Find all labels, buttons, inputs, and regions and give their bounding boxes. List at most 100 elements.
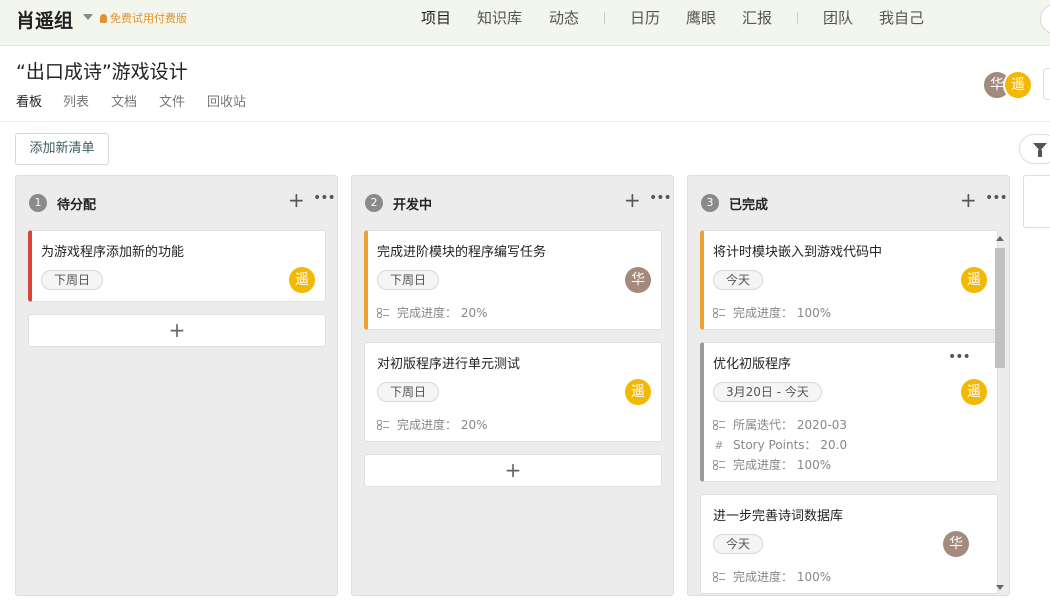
scroll-down-arrow-icon[interactable] [996,585,1004,590]
nav-knowledge-base[interactable]: 知识库 [477,7,522,28]
plus-icon[interactable]: + [288,190,305,210]
progress-label: 完成进度： [733,570,794,584]
assignee-avatar[interactable]: 华 [625,267,651,293]
progress-label: 完成进度： [733,458,794,472]
progress-label: 完成进度： [397,306,458,320]
project-title: “出口成诗”游戏设计 [16,61,188,83]
column-number: 1 [29,194,47,212]
assignee-avatar[interactable]: 遥 [289,267,315,293]
nav-projects[interactable]: 项目 [421,7,451,28]
subtask-icon [713,460,725,470]
subtask-icon [377,308,389,318]
column-number: 3 [701,194,719,212]
nav-team[interactable]: 团队 [823,7,853,28]
task-card[interactable]: 进一步完善诗词数据库 今天 华 完成进度： 100% [700,494,998,594]
progress-label: 完成进度： [397,418,458,432]
task-card[interactable]: 将计时模块嵌入到游戏代码中 今天 遥 完成进度： 100% [700,230,998,330]
add-column-placeholder[interactable] [1023,175,1050,228]
progress-value: 20% [460,306,488,320]
tab-files[interactable]: 文件 [159,91,185,110]
progress-label: 完成进度： [733,306,794,320]
assignee-avatar[interactable]: 遥 [961,379,987,405]
team-dropdown-icon[interactable] [83,14,93,20]
story-points-row: # Story Points： 20.0 [713,436,847,453]
column-title: 开发中 [393,198,433,213]
assignee-avatar[interactable]: 遥 [625,379,651,405]
trial-link[interactable]: 免费试用付费版 [100,10,187,26]
subtask-icon [377,420,389,430]
more-icon[interactable]: ••• [985,190,1008,206]
top-bar: 肖遥组 免费试用付费版 项目 知识库 动态 日历 鹰眼 汇报 团队 我自己 [0,0,1050,46]
tab-docs[interactable]: 文档 [111,91,137,110]
more-icon[interactable]: ••• [948,349,971,365]
task-card[interactable]: 完成进阶模块的程序编写任务 下周日 华 完成进度： 20% [364,230,662,330]
iteration-row: 所属迭代： 2020-03 [713,416,847,433]
user-menu-button[interactable] [1040,4,1050,34]
task-title: 对初版程序进行单元测试 [377,357,521,372]
nav-divider [797,12,798,24]
due-date-chip[interactable]: 下周日 [377,270,440,290]
column-completed: 3 已完成 + ••• 将计时模块嵌入到游戏代码中 今天 遥 完成进度： 100… [687,175,1010,596]
assignee-avatar[interactable]: 遥 [961,267,987,293]
project-menu-button[interactable] [1043,68,1050,100]
progress-value: 100% [796,306,832,320]
tab-recycle-bin[interactable]: 回收站 [207,91,246,110]
nav-activity[interactable]: 动态 [549,7,579,28]
progress-row: 完成进度： 100% [713,568,831,585]
tab-list[interactable]: 列表 [63,91,89,110]
task-card[interactable]: 优化初版程序 ••• 3月20日 - 今天 遥 所属迭代： 2020-03 # S… [700,342,998,482]
task-title: 将计时模块嵌入到游戏代码中 [713,245,883,260]
task-title: 优化初版程序 [713,357,792,372]
due-date-chip[interactable]: 今天 [713,534,764,554]
subtask-icon [713,308,725,318]
task-card[interactable]: 对初版程序进行单元测试 下周日 遥 完成进度： 20% [364,342,662,442]
tab-board[interactable]: 看板 [16,91,42,110]
nav-hawkeye[interactable]: 鹰眼 [686,7,716,28]
nav-reports[interactable]: 汇报 [742,7,772,28]
column-in-development: 2 开发中 + ••• 完成进阶模块的程序编写任务 下周日 华 完成进度： 20… [351,175,674,596]
more-icon[interactable]: ••• [649,190,672,206]
header-divider [0,121,1050,122]
avatar[interactable]: 遥 [1003,70,1033,100]
progress-value: 20% [460,418,488,432]
column-header: 2 开发中 + ••• [352,176,673,228]
nav-calendar[interactable]: 日历 [630,7,660,28]
plus-icon[interactable]: + [624,190,641,210]
assignee-avatar[interactable]: 华 [943,531,969,557]
column-number: 2 [365,194,383,212]
scroll-up-arrow-icon[interactable] [996,236,1004,241]
column-title: 待分配 [57,198,97,213]
team-name[interactable]: 肖遥组 [16,6,73,33]
due-date-chip[interactable]: 下周日 [377,382,440,402]
progress-row: 完成进度： 100% [713,456,831,473]
add-card-button[interactable]: + [364,454,662,487]
progress-row: 完成进度： 20% [377,416,488,433]
hash-icon: # [714,439,724,452]
task-title: 为游戏程序添加新的功能 [41,245,185,260]
column-header: 1 待分配 + ••• [16,176,337,228]
task-card[interactable]: 为游戏程序添加新的功能 下周日 遥 [28,230,326,302]
column-scrollbar[interactable] [994,234,1006,594]
nav-divider [604,12,605,24]
iteration-label: 所属迭代： [733,418,794,432]
add-list-button[interactable]: 添加新清单 [15,133,109,165]
more-icon[interactable]: ••• [313,190,336,206]
progress-row: 完成进度： 20% [377,304,488,321]
plus-icon[interactable]: + [960,190,977,210]
progress-value: 100% [796,570,832,584]
trial-label: 免费试用付费版 [110,12,187,25]
progress-value: 100% [796,458,832,472]
due-date-chip[interactable]: 今天 [713,270,764,290]
iteration-value: 2020-03 [796,418,847,432]
subtask-icon [713,572,725,582]
nav-myself[interactable]: 我自己 [879,7,924,28]
task-title: 完成进阶模块的程序编写任务 [377,245,547,260]
column-unassigned: 1 待分配 + ••• 为游戏程序添加新的功能 下周日 遥 + [15,175,338,596]
filter-button[interactable] [1019,134,1050,164]
due-date-chip[interactable]: 下周日 [41,270,104,290]
column-header: 3 已完成 + ••• [688,176,1009,228]
column-title: 已完成 [729,198,769,213]
due-date-chip[interactable]: 3月20日 - 今天 [713,382,822,402]
add-card-button[interactable]: + [28,314,326,347]
scrollbar-thumb[interactable] [995,248,1005,368]
